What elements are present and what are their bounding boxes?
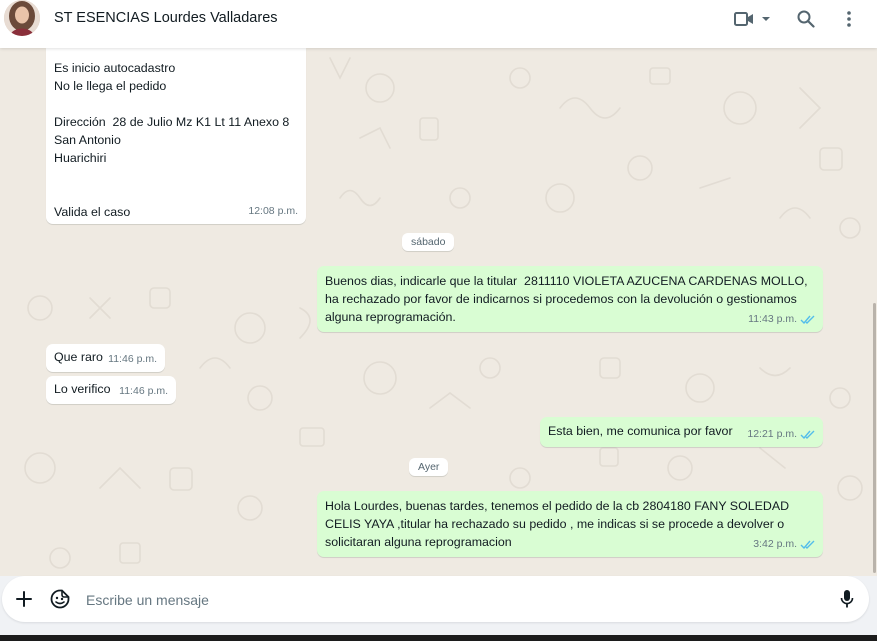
chat-scrollbar[interactable] — [872, 48, 877, 576]
message-text: Buenos dias, indicarle que la titular 28… — [325, 274, 811, 324]
message-time: 11:43 p.m. — [748, 310, 815, 328]
message-timestamp: 11:46 p.m. — [119, 385, 168, 397]
message-text: Es inicio autocadastro No le llega el pe… — [54, 61, 290, 219]
sticker-icon[interactable] — [48, 587, 72, 611]
message-time: 12:08 p.m. — [248, 202, 298, 220]
chat-header: ST ESENCIAS Lourdes Valladares — [0, 0, 877, 48]
day-separator: sábado — [402, 233, 455, 251]
chevron-down-icon[interactable] — [760, 8, 772, 30]
message-time: 12:21 p.m. — [747, 425, 815, 443]
message-timestamp: 12:21 p.m. — [747, 428, 797, 440]
double-check-icon — [800, 430, 815, 439]
message-bubble-outgoing[interactable]: Buenos dias, indicarle que la titular 28… — [317, 266, 823, 332]
more-vertical-icon[interactable] — [843, 8, 855, 30]
message-bubble-incoming[interactable]: Es inicio autocadastro No le llega el pe… — [46, 48, 306, 224]
message-timestamp: 3:42 p.m. — [753, 538, 797, 550]
window-bottom-edge — [0, 635, 877, 641]
plus-icon[interactable] — [12, 587, 36, 611]
message-timestamp: 11:43 p.m. — [748, 313, 797, 325]
message-time: 11:46 p.m. — [119, 382, 168, 400]
message-text: Hola Lourdes, buenas tardes, tenemos el … — [325, 499, 793, 549]
double-check-icon — [800, 540, 815, 549]
message-bubble-incoming[interactable]: Lo verifico 11:46 p.m. — [46, 376, 176, 404]
message-bubble-outgoing[interactable]: Esta bien, me comunica por favor 12:21 p… — [540, 417, 823, 447]
search-icon[interactable] — [795, 8, 817, 30]
message-timestamp: 12:08 p.m. — [248, 205, 298, 217]
day-separator: Ayer — [409, 458, 449, 476]
scrollbar-thumb[interactable] — [873, 303, 876, 573]
video-call-icon[interactable] — [733, 8, 755, 30]
message-list[interactable]: Es inicio autocadastro No le llega el pe… — [0, 48, 872, 576]
composer — [2, 576, 869, 622]
message-time: 3:42 p.m. — [753, 535, 815, 553]
message-timestamp: 11:46 p.m. — [108, 353, 157, 365]
microphone-icon[interactable] — [835, 587, 859, 611]
message-bubble-incoming[interactable]: Que raro 11:46 p.m. — [46, 344, 165, 372]
message-time: 11:46 p.m. — [108, 350, 157, 368]
message-bubble-outgoing[interactable]: Hola Lourdes, buenas tardes, tenemos el … — [317, 491, 823, 557]
composer-bar — [0, 576, 877, 641]
message-input[interactable] — [84, 588, 788, 612]
contact-name[interactable]: ST ESENCIAS Lourdes Valladares — [54, 10, 278, 26]
avatar[interactable] — [4, 0, 40, 36]
double-check-icon — [800, 315, 815, 324]
